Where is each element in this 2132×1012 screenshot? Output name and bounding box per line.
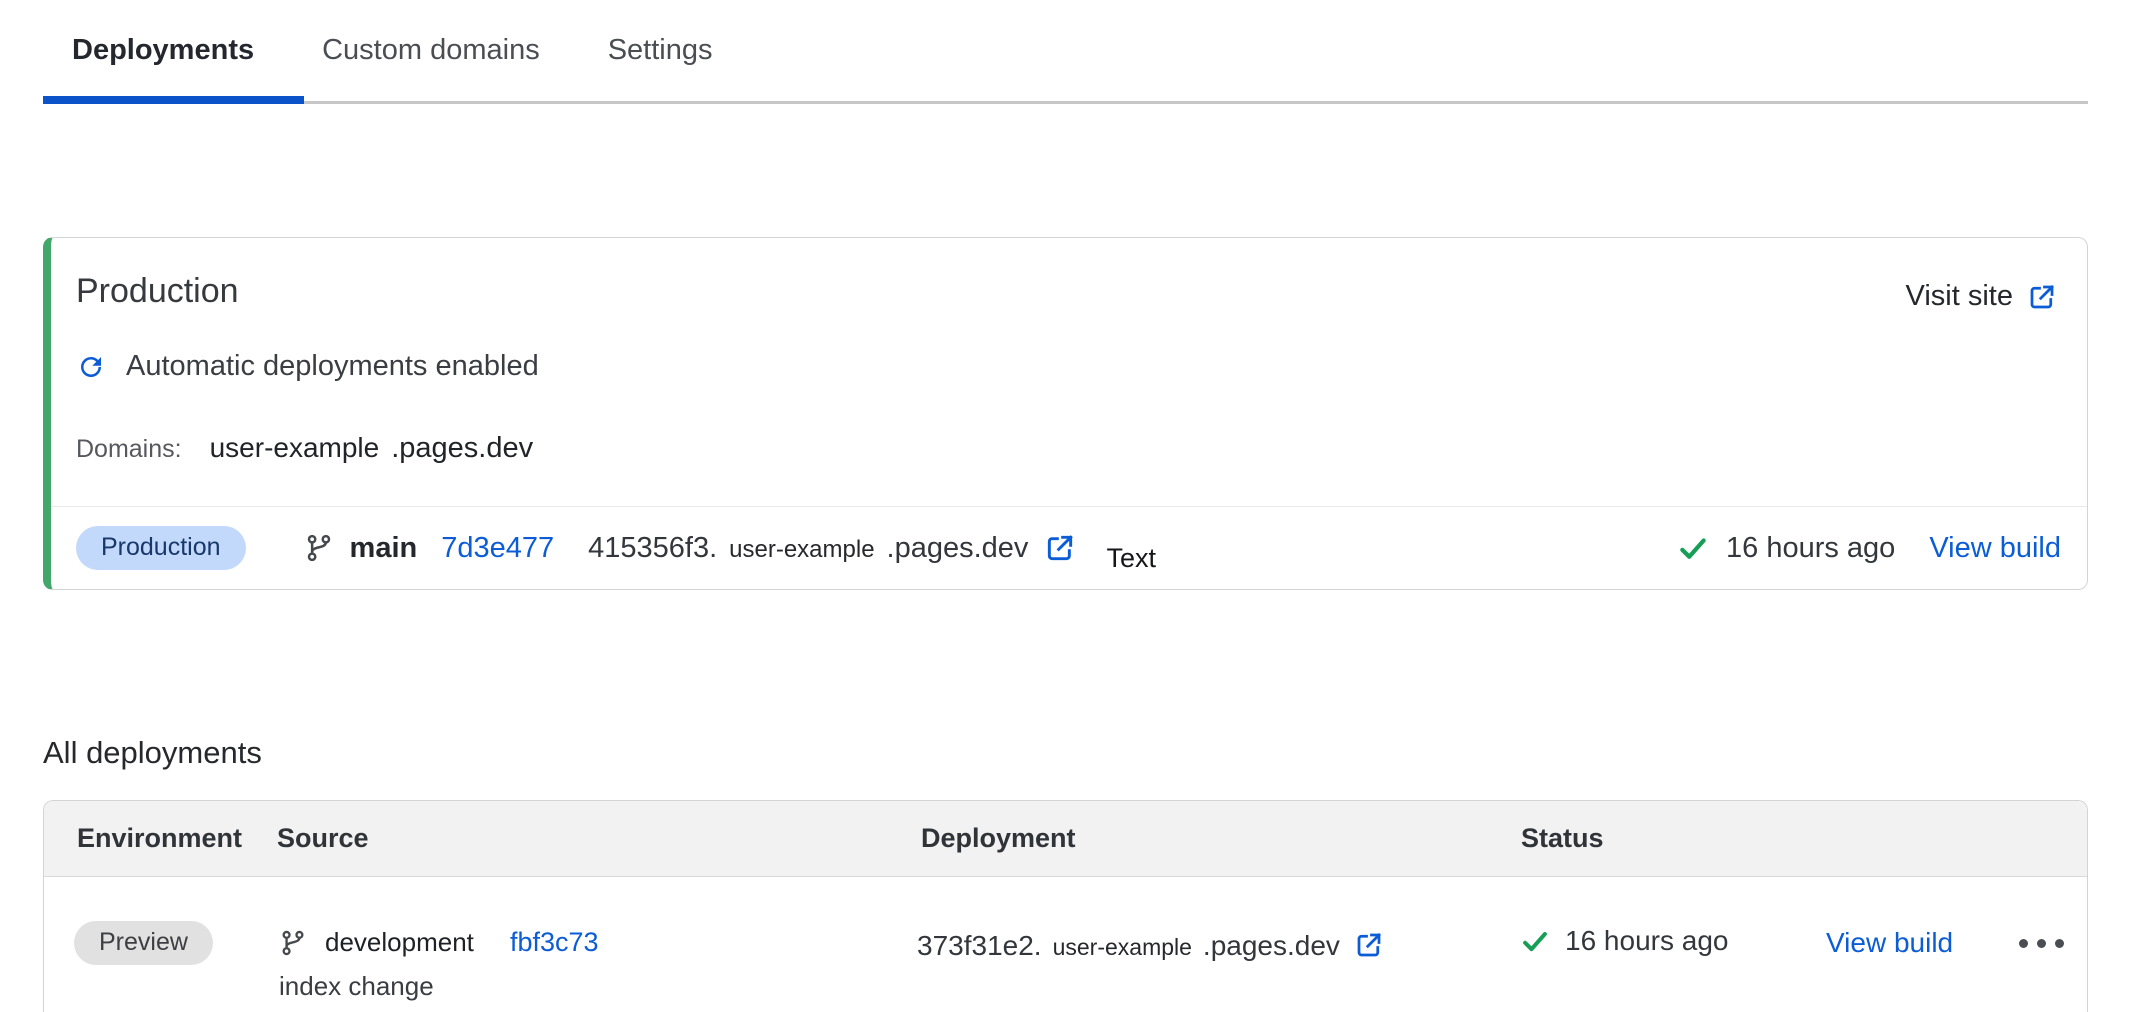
domains-row: Domains: user-example .pages.dev [76,432,533,465]
branch-name: main [350,532,418,565]
table-header: Environment Source Deployment Status [44,801,2087,877]
tabbar-divider [43,101,2088,104]
column-deployment: Deployment [921,801,1076,876]
deploy-time: 16 hours ago [1726,532,1895,565]
commit-link[interactable]: fbf3c73 [510,927,599,958]
source-cell: development [279,927,474,958]
git-branch-icon [279,929,307,957]
environment-badge: Production [76,526,246,570]
deployment-url: 373f31e2. user-example .pages.dev [917,925,1384,962]
auto-deploy-status: Automatic deployments enabled [76,350,539,383]
auto-deploy-text: Automatic deployments enabled [126,350,539,383]
production-card-title: Production [76,272,239,311]
deployment-url-suffix: .pages.dev [1203,930,1340,962]
column-source: Source [277,801,369,876]
deployment-status-group: 16 hours ago View build [1678,507,2061,589]
tab-bar: Deployments Custom domains Settings [43,0,2088,104]
deployment-url-name: user-example [729,536,874,564]
visit-site-link[interactable]: Visit site [1906,280,2057,313]
domains-label: Domains: [76,435,182,464]
tab-deployments[interactable]: Deployments [43,34,288,67]
row-menu-button[interactable] [2019,939,2064,948]
external-link-icon[interactable] [1044,532,1076,564]
domain-suffix: .pages.dev [391,432,533,465]
deployment-url-prefix: 373f31e2. [917,930,1042,962]
text-annotation: Text [1106,543,1156,574]
production-deployment-row: Production main 7d3e477 415356f3. user-e… [51,507,2087,589]
visit-site-label: Visit site [1906,280,2013,313]
external-link-icon[interactable] [1354,925,1384,955]
active-tab-indicator [43,96,304,104]
view-build-link[interactable]: View build [1929,532,2061,565]
check-icon [1678,533,1708,563]
commit-link[interactable]: 7d3e477 [441,532,554,565]
all-deployments-heading: All deployments [43,735,262,771]
branch-name: development [325,927,474,958]
deployment-url-name: user-example [1053,934,1192,961]
deploy-time: 16 hours ago [1565,925,1728,957]
status-cell: 16 hours ago [1521,925,1728,957]
environment-badge: Preview [74,921,213,965]
deployment-url-suffix: .pages.dev [887,532,1029,565]
commit-message: index change [279,971,434,1002]
deployment-url: 415356f3. user-example .pages.dev [588,532,1044,565]
tab-custom-domains[interactable]: Custom domains [288,34,574,67]
git-branch-icon [304,533,334,563]
view-build-link[interactable]: View build [1826,927,1953,959]
check-icon [1521,927,1549,955]
domain-name: user-example [210,432,380,464]
refresh-icon [76,352,106,382]
production-card: Production Visit site Automatic deployme… [43,237,2088,590]
deployments-table: Environment Source Deployment Status Pre… [43,800,2088,1012]
external-link-icon [2027,282,2057,312]
column-environment: Environment [77,801,242,876]
deployment-url-prefix: 415356f3. [588,532,717,565]
tab-settings[interactable]: Settings [574,34,747,67]
column-status: Status [1521,801,1604,876]
table-row: Preview development index change fbf3c73… [44,877,2087,1005]
